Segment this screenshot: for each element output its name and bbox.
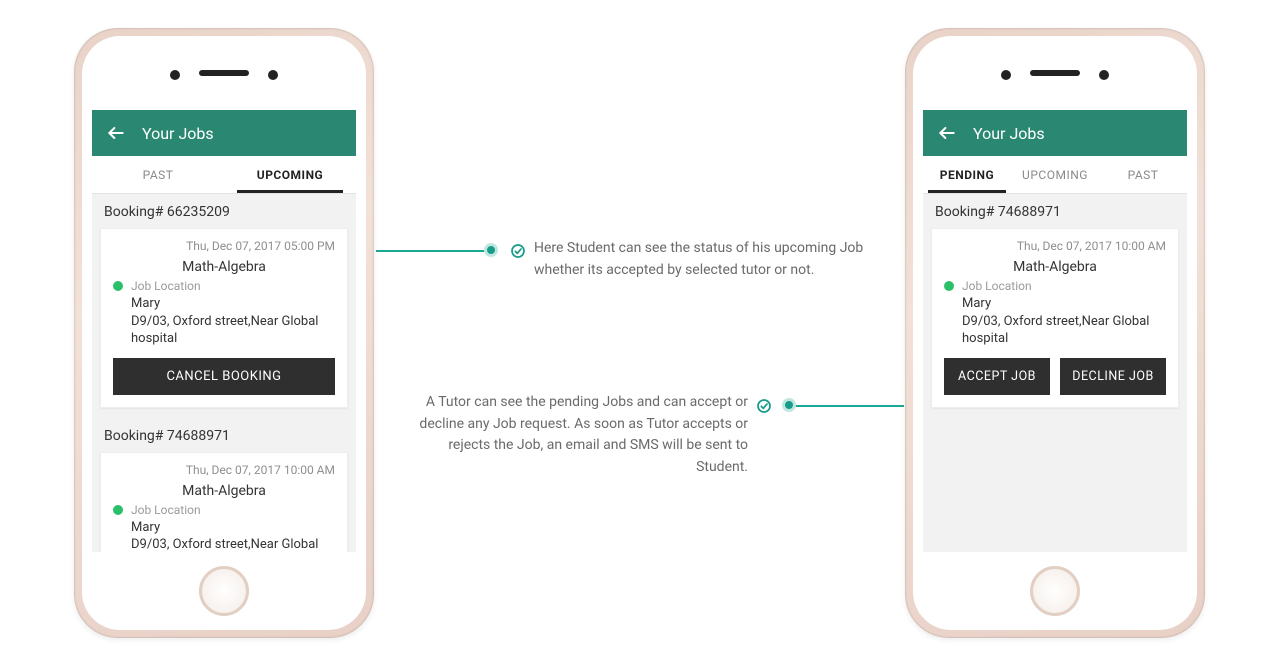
- back-arrow-icon[interactable]: [106, 123, 126, 143]
- action-buttons: ACCEPT JOB DECLINE JOB: [944, 358, 1166, 395]
- booking-date: Thu, Dec 07, 2017 05:00 PM: [113, 239, 335, 253]
- connector-node-icon: [484, 243, 498, 257]
- sensor-dot: [1001, 70, 1011, 80]
- location-row: Job Location: [113, 279, 335, 293]
- booking-header: Booking# 74688971: [923, 194, 1187, 226]
- phone-body: Your Jobs PENDING UPCOMING PAST Booking#…: [913, 36, 1197, 630]
- location-dot-icon: [944, 281, 954, 291]
- location-label: Job Location: [962, 279, 1032, 293]
- connector-line: [376, 250, 486, 252]
- booking-date: Thu, Dec 07, 2017 10:00 AM: [944, 239, 1166, 253]
- booking-header: Booking# 66235209: [92, 194, 356, 226]
- camera-dot: [268, 70, 278, 80]
- client-address: D9/03, Oxford street,Near Global hospita…: [962, 314, 1149, 347]
- sensor-dot: [170, 70, 180, 80]
- tabs: PAST UPCOMING: [92, 156, 356, 194]
- tab-upcoming[interactable]: UPCOMING: [224, 156, 356, 193]
- home-button[interactable]: [1030, 566, 1080, 616]
- tab-upcoming[interactable]: UPCOMING: [1011, 156, 1099, 193]
- cancel-booking-button[interactable]: CANCEL BOOKING: [113, 358, 335, 395]
- jobs-list: Booking# 74688971 Thu, Dec 07, 2017 10:0…: [923, 194, 1187, 418]
- client-address: D9/03, Oxford street,Near Global hospita…: [131, 314, 318, 347]
- tab-past[interactable]: PAST: [1099, 156, 1187, 193]
- tabs: PENDING UPCOMING PAST: [923, 156, 1187, 194]
- home-button[interactable]: [199, 566, 249, 616]
- booking-address: Mary D9/03, Oxford street,Near Global ho…: [944, 295, 1166, 348]
- callout-tutor: A Tutor can see the pending Jobs and can…: [400, 392, 748, 479]
- phone-tutor: Your Jobs PENDING UPCOMING PAST Booking#…: [905, 28, 1205, 638]
- phone-student: Your Jobs PAST UPCOMING Booking# 6623520…: [74, 28, 374, 638]
- booking-date: Thu, Dec 07, 2017 10:00 AM: [113, 463, 335, 477]
- location-dot-icon: [113, 281, 123, 291]
- jobs-list: Booking# 66235209 Thu, Dec 07, 2017 05:0…: [92, 194, 356, 552]
- booking-subject: Math-Algebra: [113, 483, 335, 499]
- phone-body: Your Jobs PAST UPCOMING Booking# 6623520…: [82, 36, 366, 630]
- booking-card: Thu, Dec 07, 2017 10:00 AM Math-Algebra …: [931, 228, 1179, 408]
- client-name: Mary: [962, 296, 991, 311]
- client-address: D9/03, Oxford street,Near Global hospita…: [131, 537, 318, 552]
- accept-job-button[interactable]: ACCEPT JOB: [944, 358, 1050, 395]
- phone-top-hardware: [913, 36, 1197, 110]
- booking-address: Mary D9/03, Oxford street,Near Global ho…: [113, 519, 335, 552]
- client-name: Mary: [131, 520, 160, 535]
- speaker-slot: [199, 70, 249, 76]
- connector-node-icon: [782, 398, 796, 412]
- connector-line: [794, 405, 904, 407]
- screen: Your Jobs PENDING UPCOMING PAST Booking#…: [923, 110, 1187, 552]
- screen: Your Jobs PAST UPCOMING Booking# 6623520…: [92, 110, 356, 552]
- client-name: Mary: [131, 296, 160, 311]
- booking-header: Booking# 74688971: [92, 418, 356, 450]
- app-bar: Your Jobs: [92, 110, 356, 156]
- location-dot-icon: [113, 505, 123, 515]
- location-label: Job Location: [131, 279, 201, 293]
- booking-card: Thu, Dec 07, 2017 10:00 AM Math-Algebra …: [100, 452, 348, 552]
- booking-address: Mary D9/03, Oxford street,Near Global ho…: [113, 295, 335, 348]
- phone-top-hardware: [82, 36, 366, 110]
- decline-job-button[interactable]: DECLINE JOB: [1060, 358, 1166, 395]
- checkmark-icon: [756, 398, 772, 414]
- location-row: Job Location: [113, 503, 335, 517]
- booking-card: Thu, Dec 07, 2017 05:00 PM Math-Algebra …: [100, 228, 348, 408]
- location-row: Job Location: [944, 279, 1166, 293]
- booking-subject: Math-Algebra: [113, 259, 335, 275]
- camera-dot: [1099, 70, 1109, 80]
- app-bar-title: Your Jobs: [142, 124, 214, 143]
- location-label: Job Location: [131, 503, 201, 517]
- speaker-slot: [1030, 70, 1080, 76]
- tab-past[interactable]: PAST: [92, 156, 224, 193]
- app-bar: Your Jobs: [923, 110, 1187, 156]
- app-bar-title: Your Jobs: [973, 124, 1045, 143]
- callout-student: Here Student can see the status of his u…: [534, 238, 864, 281]
- back-arrow-icon[interactable]: [937, 123, 957, 143]
- booking-subject: Math-Algebra: [944, 259, 1166, 275]
- tab-pending[interactable]: PENDING: [923, 156, 1011, 193]
- checkmark-icon: [510, 243, 526, 259]
